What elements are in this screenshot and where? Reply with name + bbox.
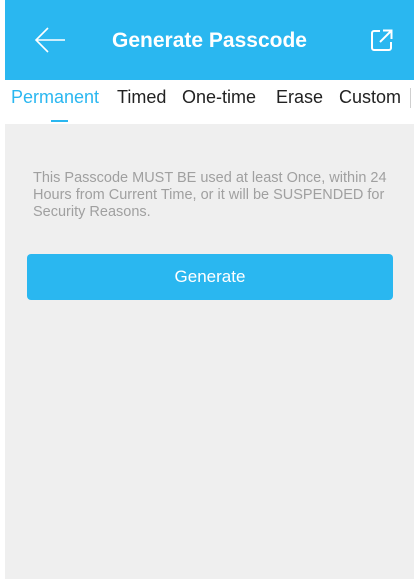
tab-scroll-edge [410,88,414,108]
page-title: Generate Passcode [112,29,307,52]
tab-permanent[interactable]: Permanent [11,86,99,108]
passcode-type-tabs: Permanent Timed One-time Erase Custom [5,80,414,124]
active-tab-indicator [51,120,68,122]
tab-erase[interactable]: Erase [276,86,323,108]
generate-button[interactable]: Generate [27,254,393,300]
content-area: This Passcode MUST BE used at least Once… [5,124,414,579]
tab-timed[interactable]: Timed [117,86,166,108]
tab-one-time[interactable]: One-time [182,86,256,108]
share-button[interactable] [369,27,395,53]
header-bar: Generate Passcode [5,0,414,80]
tab-custom[interactable]: Custom [339,86,401,108]
external-link-icon [371,29,393,51]
passcode-notice: This Passcode MUST BE used at least Once… [33,170,387,220]
generate-passcode-screen: Generate Passcode Permanent Timed One-ti… [0,0,418,579]
